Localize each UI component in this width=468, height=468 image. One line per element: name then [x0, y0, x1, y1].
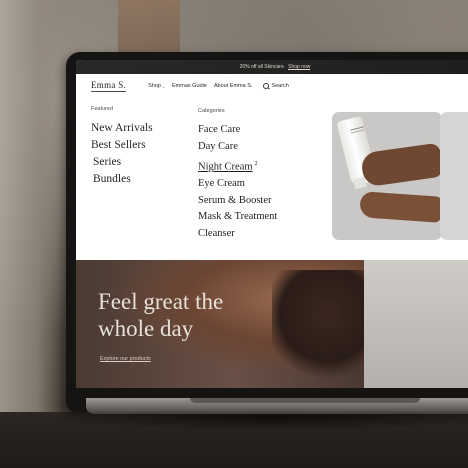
featured-list: New Arrivals Best Sellers Series Bundles — [91, 120, 153, 188]
category-label: Night Cream — [198, 161, 253, 173]
featured-item-best-sellers[interactable]: Best Sellers — [91, 137, 153, 154]
hand-image — [359, 191, 442, 223]
laptop-screen: 20% off all Skincare. Shop now Emma S. S… — [76, 60, 468, 388]
category-label: Mask & Treatment — [198, 211, 278, 223]
categories-heading: Categories — [198, 108, 225, 114]
category-item-mask-treatment[interactable]: Mask & Treatment — [198, 209, 277, 226]
hand-image — [360, 142, 442, 188]
hero-banner: Feel great the whole day Explore our pro… — [76, 260, 468, 388]
nav-about[interactable]: About Emma S. — [214, 83, 253, 89]
promo-image-card[interactable] — [332, 112, 442, 240]
main-nav: Shop ⌵ Emmas Guide About Emma S. Search — [148, 83, 289, 89]
site-header: Emma S. Shop ⌵ Emmas Guide About Emma S.… — [76, 74, 468, 99]
hero-headline: Feel great the whole day — [98, 288, 298, 342]
nav-emmas-guide[interactable]: Emmas Guide — [172, 83, 207, 89]
category-item-day-care[interactable]: Day Care — [198, 139, 277, 156]
category-label: Face Care — [198, 124, 241, 135]
category-item-face-care[interactable]: Face Care — [198, 122, 277, 139]
hero-cta-link[interactable]: Explore our products — [100, 356, 151, 362]
announcement-bar: 20% off all Skincare. Shop now — [76, 60, 468, 74]
mega-menu: Featured New Arrivals Best Sellers Serie… — [76, 98, 468, 260]
category-label: Eye Cream — [198, 177, 245, 189]
category-label: Serum & Booster — [198, 194, 272, 206]
announcement-link[interactable]: Shop now — [288, 64, 310, 70]
hero-headline-line-1: Feel great the — [98, 289, 224, 314]
background-wall — [0, 0, 62, 468]
category-item-night-cream[interactable]: Night Cream 2 — [198, 156, 277, 176]
featured-item-bundles[interactable]: Bundles — [91, 171, 153, 188]
category-label: Day Care — [198, 140, 238, 152]
category-item-serum-booster[interactable]: Serum & Booster — [198, 193, 277, 210]
chevron-down-icon: ⌵ — [161, 83, 166, 89]
category-label: Cleanser — [198, 228, 235, 240]
featured-item-new-arrivals[interactable]: New Arrivals — [91, 120, 153, 137]
hero-side-image — [364, 260, 468, 388]
search-label: Search — [271, 83, 289, 89]
hero-headline-line-2: whole day — [98, 316, 194, 341]
nav-shop-label: Shop — [148, 83, 161, 89]
category-item-cleanser[interactable]: Cleanser — [198, 226, 277, 243]
site-logo[interactable]: Emma S. — [91, 80, 127, 92]
featured-item-series[interactable]: Series — [91, 154, 153, 171]
search-icon — [263, 83, 270, 89]
featured-heading: Featured — [91, 106, 114, 112]
categories-list: Face Care Day Care Night Cream 2 Eye Crea… — [198, 122, 277, 243]
category-count-badge: 2 — [254, 160, 258, 167]
laptop-hinge — [190, 398, 420, 403]
background-shelf — [118, 0, 180, 60]
nav-shop[interactable]: Shop ⌵ — [148, 83, 165, 89]
search-button[interactable]: Search — [263, 83, 289, 89]
promo-image-card-secondary[interactable] — [440, 112, 468, 240]
category-item-eye-cream[interactable]: Eye Cream — [198, 176, 277, 193]
announcement-text: 20% off all Skincare. — [239, 64, 286, 70]
